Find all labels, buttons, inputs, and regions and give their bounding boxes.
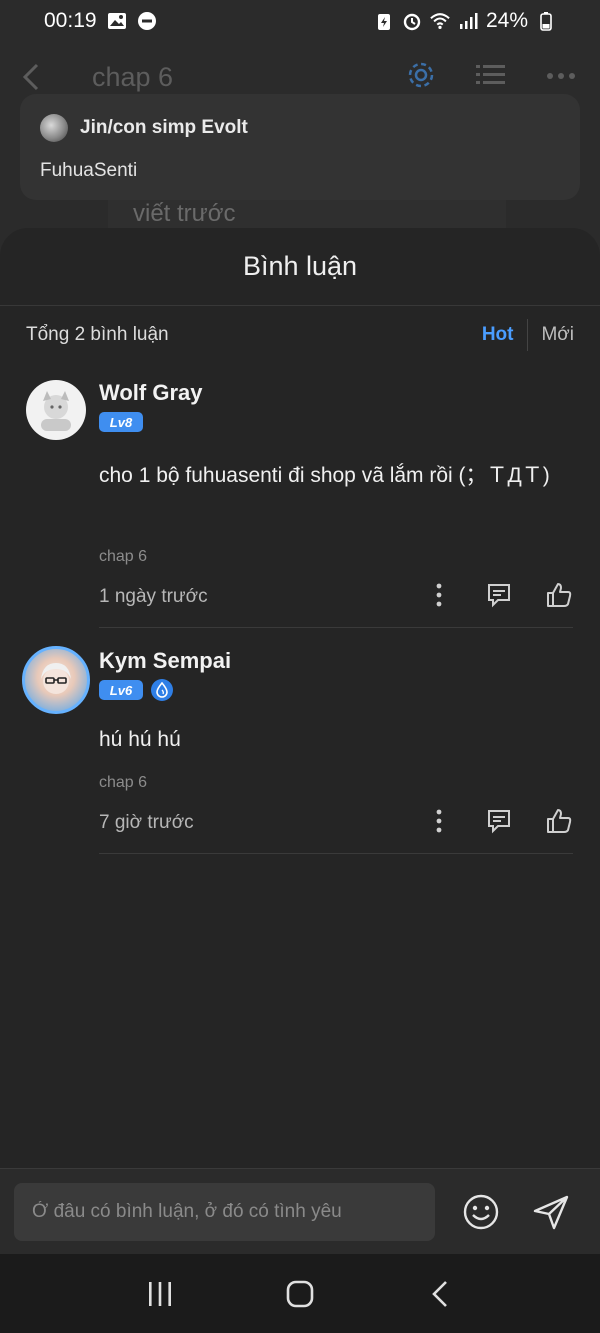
dnd-icon [137,11,157,31]
level-badge: Lv6 [99,680,143,700]
battery-icon [536,11,556,31]
comment-text: hú hú hú [99,728,181,751]
like-icon[interactable] [546,582,572,608]
wifi-icon [430,11,450,31]
emoji-icon[interactable] [461,1192,501,1232]
alarm-icon [402,11,422,31]
reply-icon[interactable] [486,582,512,608]
comment-text: cho 1 bộ fuhuasenti đi shop vã lắm rồi (… [99,464,550,487]
comment-item: Kym Sempai Lv6 hú hú hú chap 6 7 giờ trư… [0,628,600,854]
message-toast[interactable]: Jin/con simp Evolt FuhuaSenti [20,94,580,200]
comment-divider [99,853,573,854]
commenter-name[interactable]: Kym Sempai [99,648,231,674]
reply-icon[interactable] [486,808,512,834]
status-left: 00:19 [44,9,157,33]
comment-actions [426,582,572,608]
level-badge: Lv8 [99,412,143,432]
commenter-name[interactable]: Wolf Gray [99,380,203,406]
list-icon[interactable] [476,62,506,93]
page: 00:19 24% chap 6 viết trước Jin/con simp… [0,0,600,1333]
reader-actions [406,60,584,95]
comment-input-bar [0,1168,600,1254]
comment-actions [426,808,572,834]
comment-item: Wolf Gray Lv8 cho 1 bộ fuhuasenti đi sho… [0,364,600,628]
avatar[interactable] [26,380,86,440]
back-icon[interactable] [16,62,46,92]
comment-chapter[interactable]: chap 6 [99,548,147,566]
sheet-subheader: Tổng 2 bình luận Hot Mới [0,306,600,364]
status-time: 00:19 [44,9,97,32]
toast-header: Jin/con simp Evolt [40,114,560,142]
badges: Lv6 [99,679,173,701]
toast-sender: Jin/con simp Evolt [80,117,248,138]
gallery-icon [107,11,127,31]
reader-partial-text-label: viết trước [133,200,236,227]
battery-saver-icon [374,11,394,31]
status-bar: 00:19 24% [0,0,600,42]
toast-avatar [40,114,68,142]
more-icon[interactable] [546,68,576,86]
comment-count: Tổng 2 bình luận [26,324,169,345]
nav-recents-icon[interactable] [140,1274,180,1314]
signal-icon [458,11,478,31]
sort-toggle: Hot Mới [482,319,574,351]
status-right: 24% [374,9,556,33]
sheet-title: Bình luận [0,228,600,306]
comment-time: 7 giờ trước [99,812,194,833]
nav-home-icon[interactable] [280,1274,320,1314]
reader-partial-text: viết trước [108,198,506,232]
system-nav-bar [0,1254,600,1333]
comment-time: 1 ngày trước [99,586,208,607]
sort-new-button[interactable]: Mới [528,324,574,346]
send-icon[interactable] [531,1192,571,1232]
sort-hot-button[interactable]: Hot [482,324,528,346]
verified-drop-icon [151,679,173,701]
gear-icon[interactable] [406,60,436,95]
comment-chapter[interactable]: chap 6 [99,774,147,792]
reader-title: chap 6 [92,61,174,92]
comments-sheet: Bình luận Tổng 2 bình luận Hot Mới Wolf … [0,228,600,1254]
nav-back-icon[interactable] [420,1274,460,1314]
comment-input[interactable] [14,1182,435,1241]
kebab-icon[interactable] [426,582,452,608]
kebab-icon[interactable] [426,808,452,834]
toast-message: FuhuaSenti [40,160,138,181]
battery-percent: 24% [485,9,528,32]
badges: Lv8 [99,412,143,432]
like-icon[interactable] [546,808,572,834]
avatar[interactable] [22,646,90,714]
